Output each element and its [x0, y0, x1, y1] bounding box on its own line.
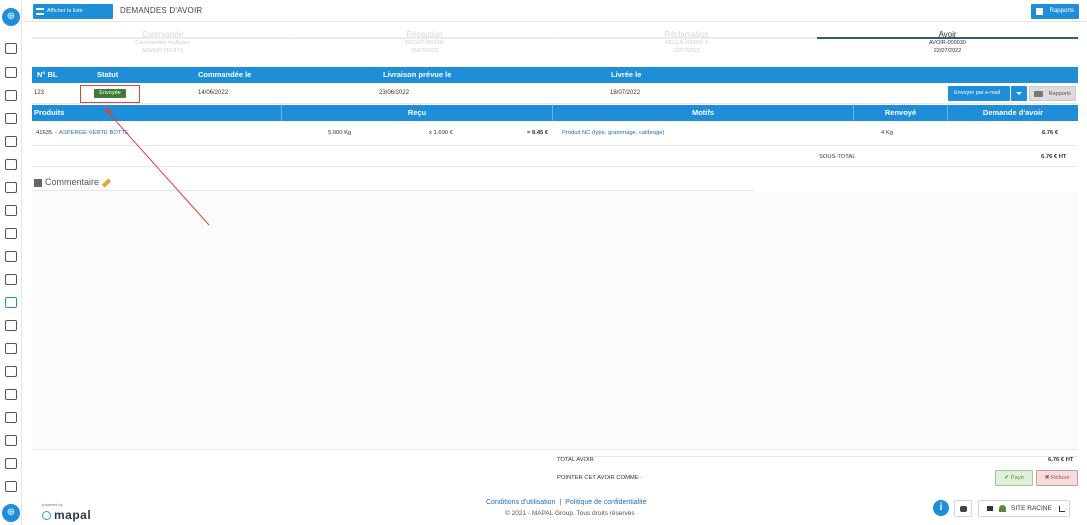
x-icon: ✖ — [1044, 475, 1050, 481]
refuse-button[interactable]: ✖ Refusé — [1036, 470, 1078, 486]
terms-link[interactable]: Conditions d'utilisation — [486, 499, 555, 506]
brand-label: mapal — [54, 508, 92, 522]
info-icon[interactable]: i — [933, 500, 949, 516]
powered-by: powered by — [42, 502, 63, 507]
footer-separator: | — [559, 499, 562, 506]
pointer-label: POINTER CET AVOIR COMME : — [557, 475, 642, 481]
site-selector-button[interactable]: SITE RACINE — [978, 500, 1070, 517]
chart-icon — [1059, 506, 1065, 512]
footer-links: Conditions d'utilisation | Politique de co… — [486, 499, 647, 506]
chef-icon[interactable] — [954, 500, 972, 517]
copyright: © 2021 - MAPAL Group. Tous droits réserv… — [505, 510, 635, 517]
total-value: 6.76 € HT — [1048, 457, 1074, 463]
refuse-label: Refusé — [1051, 475, 1070, 481]
paid-label: Payé — [1010, 475, 1024, 481]
annotation-arrow — [104, 107, 210, 226]
divider — [557, 456, 1078, 457]
privacy-link[interactable]: Politique de confidentialité — [565, 499, 646, 506]
paid-button[interactable]: ✔ Payé — [995, 470, 1033, 486]
mapal-ring-icon — [42, 511, 51, 521]
check-icon: ✔ — [1004, 475, 1009, 481]
tree-icon — [999, 505, 1006, 512]
site-label: SITE RACINE — [1011, 505, 1052, 512]
total-label: TOTAL AVOIR — [557, 457, 594, 463]
home-icon — [987, 506, 993, 511]
mapal-logo: mapal — [42, 508, 91, 522]
